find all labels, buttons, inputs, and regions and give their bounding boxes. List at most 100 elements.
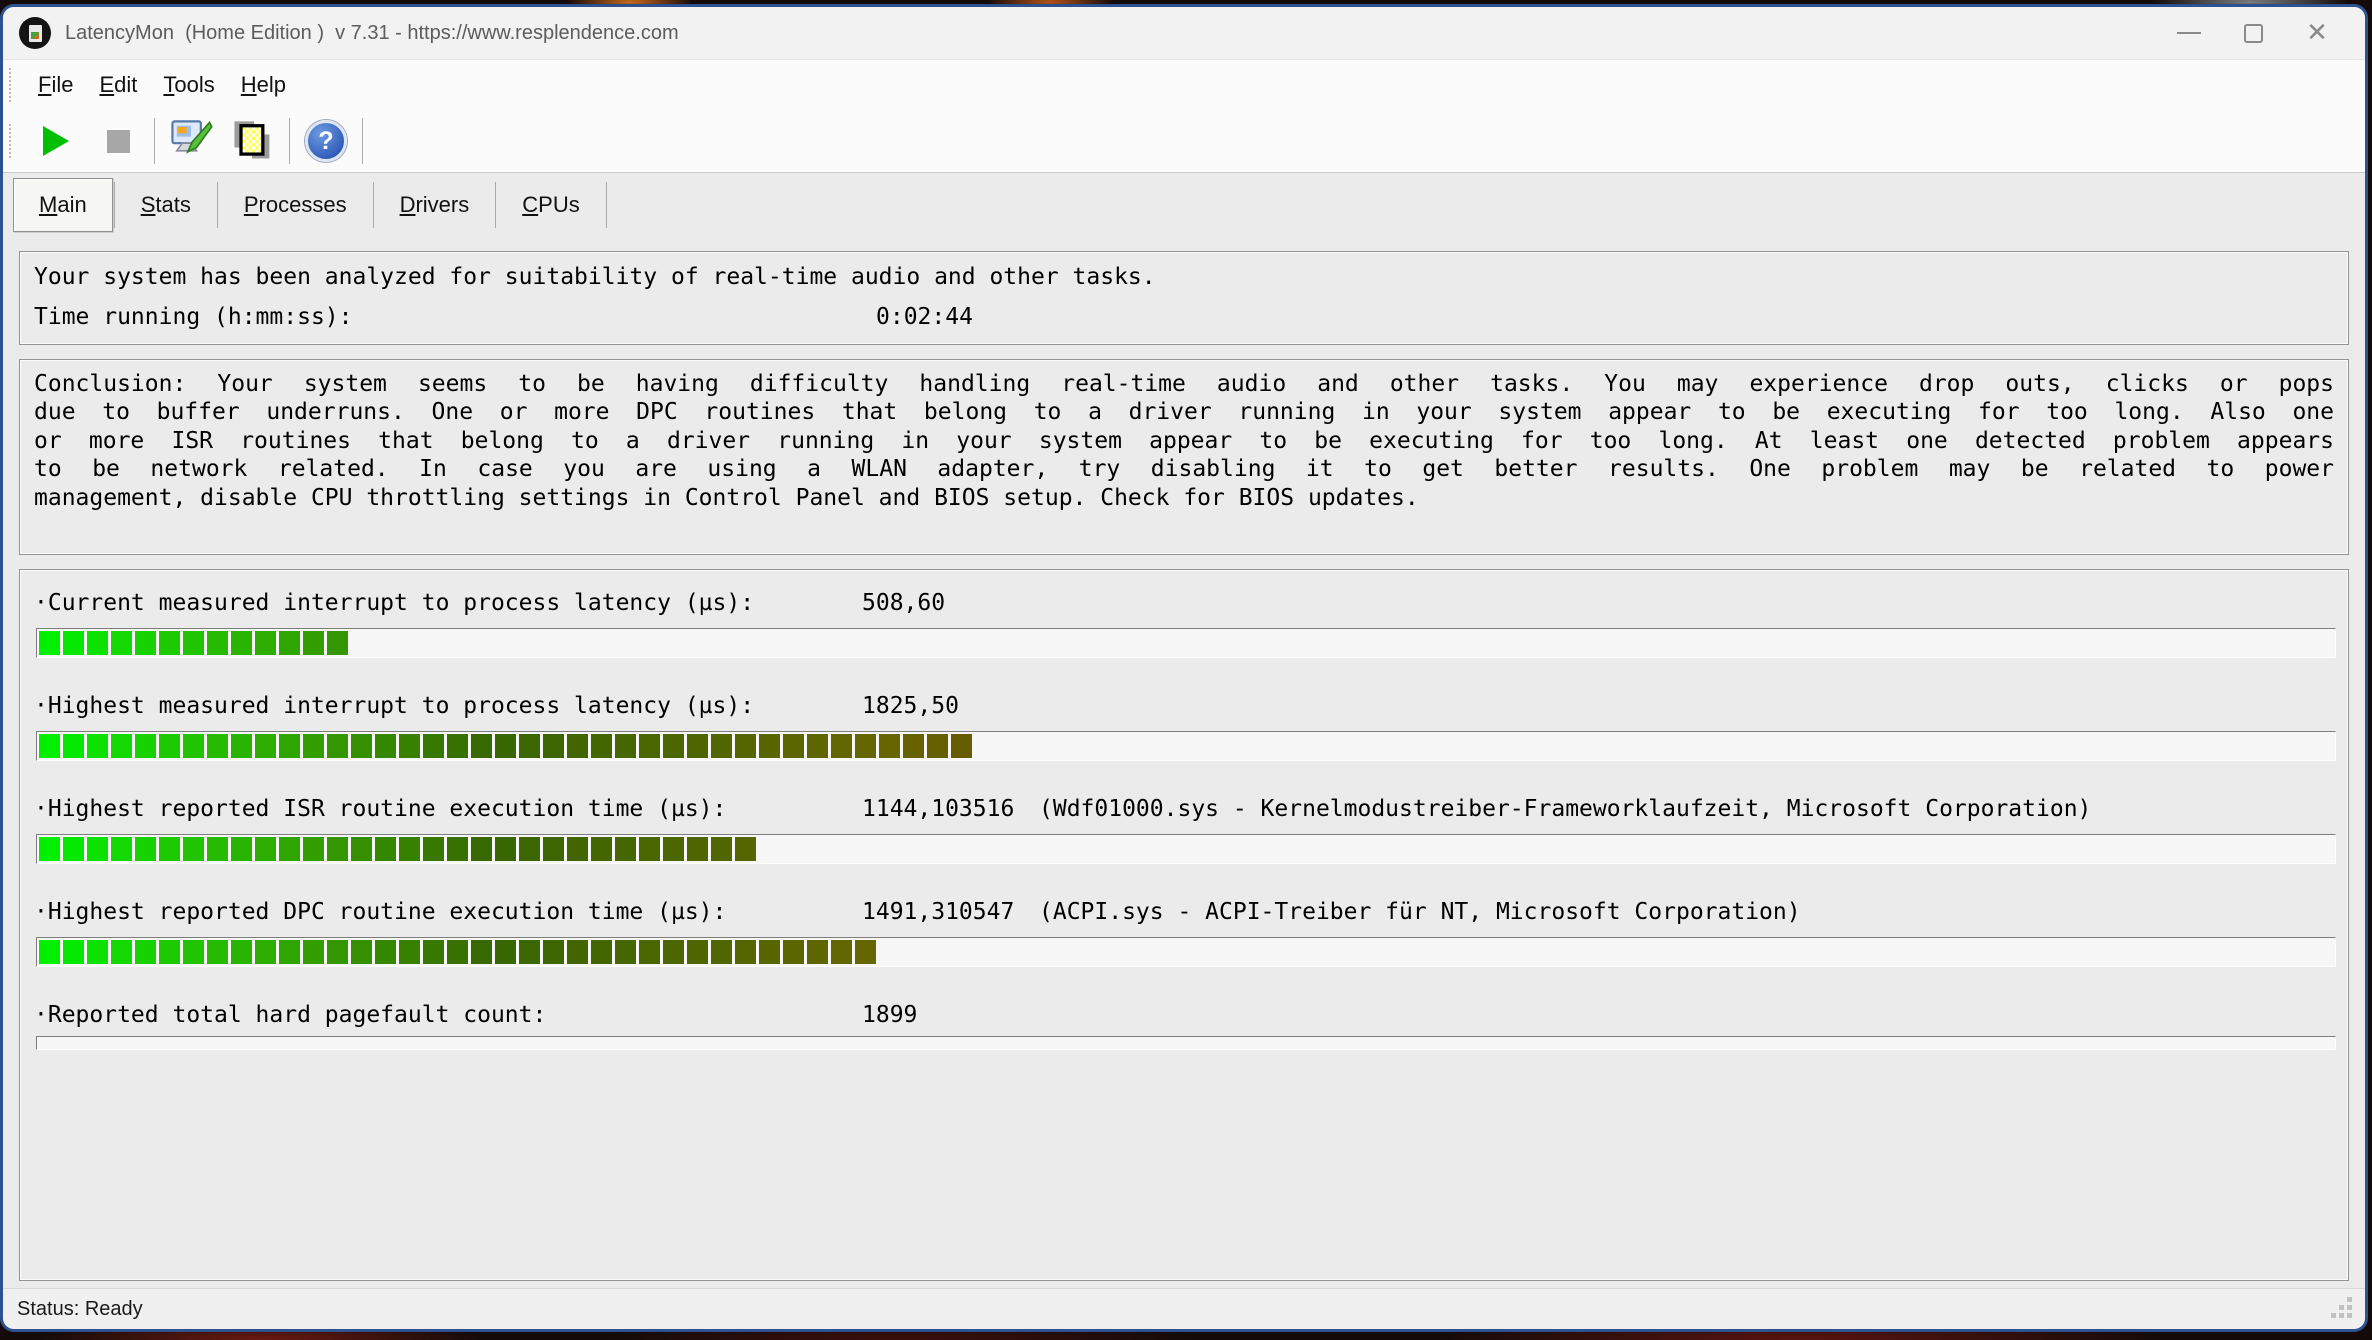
latency-bar-segment bbox=[783, 734, 804, 758]
latency-bar-segment bbox=[471, 837, 492, 861]
latency-bar-segment bbox=[63, 940, 84, 964]
menubar-grip[interactable] bbox=[9, 68, 17, 102]
toolbar: ? bbox=[3, 110, 2365, 173]
toolbar-separator bbox=[289, 118, 290, 164]
latency-bar-segment bbox=[711, 837, 732, 861]
minimize-icon bbox=[2177, 32, 2201, 34]
latency-bar-segment bbox=[207, 837, 228, 861]
latency-bar-segment bbox=[351, 940, 372, 964]
latency-bar-segment bbox=[639, 734, 660, 758]
latency-bar-segment bbox=[207, 734, 228, 758]
latency-bar-segment bbox=[159, 837, 180, 861]
latency-bar-segment bbox=[111, 837, 132, 861]
tab-stats[interactable]: Stats bbox=[116, 180, 216, 230]
latency-bar-segment bbox=[663, 837, 684, 861]
latency-bar-segment bbox=[855, 734, 876, 758]
latency-bar-segment bbox=[159, 631, 180, 655]
tab-separator bbox=[373, 182, 374, 228]
latency-bar-segment bbox=[39, 837, 60, 861]
stop-icon bbox=[107, 130, 130, 153]
latency-bar-segment bbox=[63, 631, 84, 655]
latency-bar-segment bbox=[783, 940, 804, 964]
latency-bar-segment bbox=[39, 940, 60, 964]
tab-cpus[interactable]: CPUs bbox=[497, 180, 604, 230]
tab-main[interactable]: Main bbox=[13, 178, 113, 232]
options-button[interactable] bbox=[160, 113, 222, 169]
latency-bar-segment bbox=[327, 940, 348, 964]
latency-bar-segment bbox=[423, 940, 444, 964]
measurement-row-isr-time: ·Highest reported ISR routine execution … bbox=[20, 788, 2348, 891]
measurement-value: 1491,310547 bbox=[862, 899, 1014, 925]
latency-bar-segment bbox=[135, 631, 156, 655]
resize-grip[interactable] bbox=[2331, 1297, 2355, 1321]
latency-bar-segment bbox=[111, 631, 132, 655]
latency-bar-segment bbox=[447, 837, 468, 861]
latency-bar-segment bbox=[255, 837, 276, 861]
latencymon-window: LatencyMon (Home Edition ) v 7.31 - http… bbox=[0, 4, 2368, 1332]
latency-bar-segment bbox=[351, 734, 372, 758]
latency-bar-segment bbox=[639, 837, 660, 861]
conclusion-line: Conclusion: Your system seems to be havi… bbox=[34, 370, 2334, 398]
tab-processes[interactable]: Processes bbox=[219, 180, 372, 230]
latency-bar-segment bbox=[471, 940, 492, 964]
measurement-label: ·Current measured interrupt to process l… bbox=[34, 590, 754, 616]
driver-info: (Wdf01000.sys - Kernelmodustreiber-Frame… bbox=[1039, 796, 2091, 822]
latency-bar-segment bbox=[567, 837, 588, 861]
latency-bar-segment bbox=[495, 940, 516, 964]
latency-bar bbox=[36, 628, 2336, 658]
minimize-button[interactable] bbox=[2157, 11, 2221, 55]
conclusion-line: management, disable CPU throttling setti… bbox=[34, 484, 2334, 512]
tab-separator bbox=[114, 182, 115, 228]
screenshot-button[interactable] bbox=[222, 113, 284, 169]
menu-item-file[interactable]: File bbox=[25, 66, 86, 104]
latencymon-app-icon bbox=[19, 17, 51, 49]
latency-bar-segment bbox=[615, 837, 636, 861]
tab-drivers[interactable]: Drivers bbox=[375, 180, 495, 230]
latency-bar-segment bbox=[735, 940, 756, 964]
help-button[interactable]: ? bbox=[295, 113, 357, 169]
latency-bar-segment bbox=[39, 734, 60, 758]
titlebar[interactable]: LatencyMon (Home Edition ) v 7.31 - http… bbox=[3, 7, 2365, 59]
measurement-row-pagefault-count: ·Reported total hard pagefault count: 18… bbox=[20, 994, 2348, 1097]
latency-bar-segment bbox=[351, 837, 372, 861]
latency-bar-segment bbox=[231, 837, 252, 861]
latency-bar-segment bbox=[519, 837, 540, 861]
latency-bar-segment bbox=[519, 940, 540, 964]
latency-bar-segment bbox=[279, 940, 300, 964]
conclusion-line: due to buffer underruns. One or more DPC… bbox=[34, 398, 2334, 426]
measurement-label: ·Reported total hard pagefault count: bbox=[34, 1002, 546, 1028]
toolbar-grip[interactable] bbox=[9, 124, 17, 158]
copy-pages-icon bbox=[229, 117, 277, 165]
measurement-value: 1144,103516 bbox=[862, 796, 1014, 822]
menu-item-help[interactable]: Help bbox=[228, 66, 299, 104]
latency-bar-segment bbox=[327, 631, 348, 655]
latency-bar-segment bbox=[183, 631, 204, 655]
latency-bar-segment bbox=[687, 940, 708, 964]
measurement-row-highest-latency: ·Highest measured interrupt to process l… bbox=[20, 685, 2348, 788]
latency-bar-segment bbox=[615, 940, 636, 964]
latency-bar-segment bbox=[687, 734, 708, 758]
latency-bar bbox=[36, 937, 2336, 967]
latency-bar-segment bbox=[831, 734, 852, 758]
latency-bar-segment bbox=[855, 940, 876, 964]
latency-bar-segment bbox=[87, 631, 108, 655]
latency-bar-segment bbox=[87, 940, 108, 964]
latency-bar-segment bbox=[495, 837, 516, 861]
analysis-summary: Your system has been analyzed for suitab… bbox=[34, 264, 1156, 290]
latency-bar-segment bbox=[375, 940, 396, 964]
latency-bar-segment bbox=[615, 734, 636, 758]
menu-item-edit[interactable]: Edit bbox=[86, 66, 150, 104]
latency-bar-segment bbox=[159, 734, 180, 758]
conclusion-line: to be network related. In case you are u… bbox=[34, 455, 2334, 483]
conclusion-panel: Conclusion: Your system seems to be havi… bbox=[19, 359, 2349, 555]
latency-bar-segment bbox=[87, 734, 108, 758]
latency-bar bbox=[36, 731, 2336, 761]
stop-monitor-button[interactable] bbox=[87, 113, 149, 169]
maximize-button[interactable] bbox=[2221, 11, 2285, 55]
menu-item-tools[interactable]: Tools bbox=[150, 66, 227, 104]
start-monitor-button[interactable] bbox=[25, 113, 87, 169]
latency-bar-segment bbox=[231, 631, 252, 655]
close-button[interactable]: ✕ bbox=[2285, 11, 2349, 55]
latency-bar-segment bbox=[951, 734, 972, 758]
latency-bar-segment bbox=[255, 631, 276, 655]
